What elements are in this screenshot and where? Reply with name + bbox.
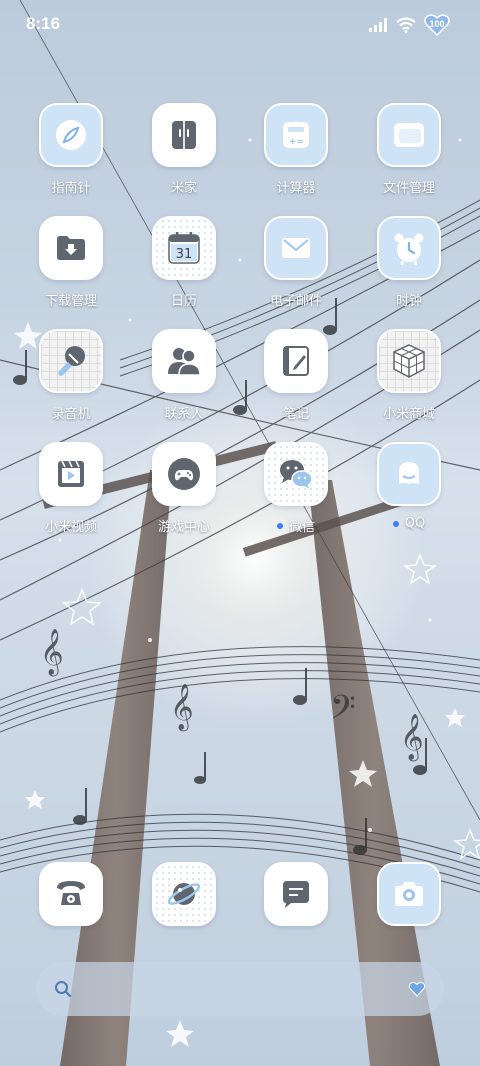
heart-icon[interactable]	[408, 980, 426, 998]
app-icon-notes[interactable]	[264, 329, 328, 393]
app-wechat[interactable]: 微信	[246, 442, 346, 535]
download-icon	[57, 236, 85, 260]
signal-icon	[369, 18, 387, 32]
svg-text:𝄞: 𝄞	[40, 629, 64, 677]
wechat-icon	[280, 460, 313, 489]
app-recorder[interactable]: 录音机	[21, 329, 121, 422]
app-icon-calendar[interactable]: 31	[152, 216, 216, 280]
dock-phone[interactable]	[39, 862, 103, 926]
app-icon-compass[interactable]	[39, 103, 103, 167]
app-icon-downloads[interactable]	[39, 216, 103, 280]
calendar-icon: 31	[168, 232, 200, 264]
app-label: 微信	[246, 516, 346, 535]
app-icon-contacts[interactable]	[152, 329, 216, 393]
app-qq[interactable]: QQ	[359, 442, 459, 531]
app-icon-recorder[interactable]	[39, 329, 103, 393]
calendar-day: 31	[176, 247, 193, 262]
app-label: 录音机	[51, 407, 91, 422]
alarm-clock-icon	[394, 233, 424, 265]
compass-icon	[56, 120, 86, 150]
notes-icon	[283, 346, 309, 376]
app-icon-email[interactable]	[264, 216, 328, 280]
mijia-icon	[172, 121, 196, 149]
notification-dot	[276, 522, 283, 529]
app-calendar[interactable]: 31 日历	[134, 216, 234, 309]
mail-icon	[282, 238, 310, 258]
app-mi-store[interactable]: 小米商城	[359, 329, 459, 422]
app-label: 电子邮件	[269, 294, 322, 309]
phone-icon	[57, 881, 85, 905]
status-time: 8:16	[26, 14, 61, 33]
microphone-icon	[58, 346, 85, 376]
app-label: 游戏中心	[157, 520, 210, 535]
app-game-center[interactable]: 游戏中心	[134, 442, 234, 535]
app-label: 小米商城	[382, 407, 435, 422]
battery-level: 100	[429, 19, 445, 29]
app-icon-clock[interactable]	[377, 216, 441, 280]
app-files[interactable]: 文件管理	[359, 103, 459, 196]
app-icon-mi-store[interactable]	[377, 329, 441, 393]
app-clock[interactable]: 时钟	[359, 216, 459, 309]
app-icon-qq[interactable]	[377, 442, 441, 506]
dock-camera[interactable]	[377, 862, 441, 926]
app-label: 笔记	[282, 407, 309, 422]
app-icon-calculator[interactable]: +=	[264, 103, 328, 167]
app-label: 计算器	[276, 181, 316, 196]
status-icons: 100	[368, 14, 450, 36]
qq-icon	[399, 462, 419, 484]
browser-planet-icon	[167, 883, 201, 905]
dock-browser[interactable]	[152, 862, 216, 926]
app-icon-mi-video[interactable]	[39, 442, 103, 506]
contacts-icon	[168, 348, 201, 376]
app-icon-files[interactable]	[377, 103, 441, 167]
app-label: QQ	[359, 516, 459, 531]
video-icon	[58, 460, 84, 487]
wifi-icon	[396, 17, 416, 33]
camera-icon	[395, 882, 423, 906]
svg-text:𝄢: 𝄢	[330, 689, 356, 735]
svg-text:𝄞: 𝄞	[400, 714, 424, 762]
app-mijia[interactable]: 米家	[134, 103, 234, 196]
search-icon[interactable]	[54, 980, 72, 998]
app-label: 时钟	[395, 294, 422, 309]
notification-dot	[392, 520, 399, 527]
gamepad-icon	[168, 458, 200, 490]
svg-text:𝄞: 𝄞	[170, 684, 194, 732]
store-cube-icon	[393, 344, 425, 378]
app-mi-video[interactable]: 小米视频	[21, 442, 121, 535]
app-label: 米家	[170, 181, 197, 196]
app-contacts[interactable]: 联系人	[134, 329, 234, 422]
message-icon	[283, 881, 309, 908]
app-label: 日历	[170, 294, 197, 309]
battery-heart-icon: 100	[424, 14, 450, 36]
status-bar: 8:16 100	[0, 0, 480, 50]
app-compass[interactable]: 指南针	[21, 103, 121, 196]
app-downloads[interactable]: 下载管理	[21, 216, 121, 309]
app-label: 下载管理	[44, 294, 97, 309]
app-label: 文件管理	[382, 181, 435, 196]
app-calculator[interactable]: += 计算器	[246, 103, 346, 196]
app-label: 小米视频	[44, 520, 97, 535]
app-icon-wechat[interactable]	[264, 442, 328, 506]
svg-text:+=: +=	[289, 137, 304, 147]
calculator-icon: +=	[283, 122, 309, 148]
app-label: 联系人	[164, 407, 204, 422]
dock-messages[interactable]	[264, 862, 328, 926]
app-label: 指南针	[51, 181, 91, 196]
app-email[interactable]: 电子邮件	[246, 216, 346, 309]
search-bar[interactable]	[36, 962, 444, 1016]
app-icon-game-center[interactable]	[152, 442, 216, 506]
app-notes[interactable]: 笔记	[246, 329, 346, 422]
app-icon-mijia[interactable]	[152, 103, 216, 167]
folder-icon	[394, 123, 424, 147]
